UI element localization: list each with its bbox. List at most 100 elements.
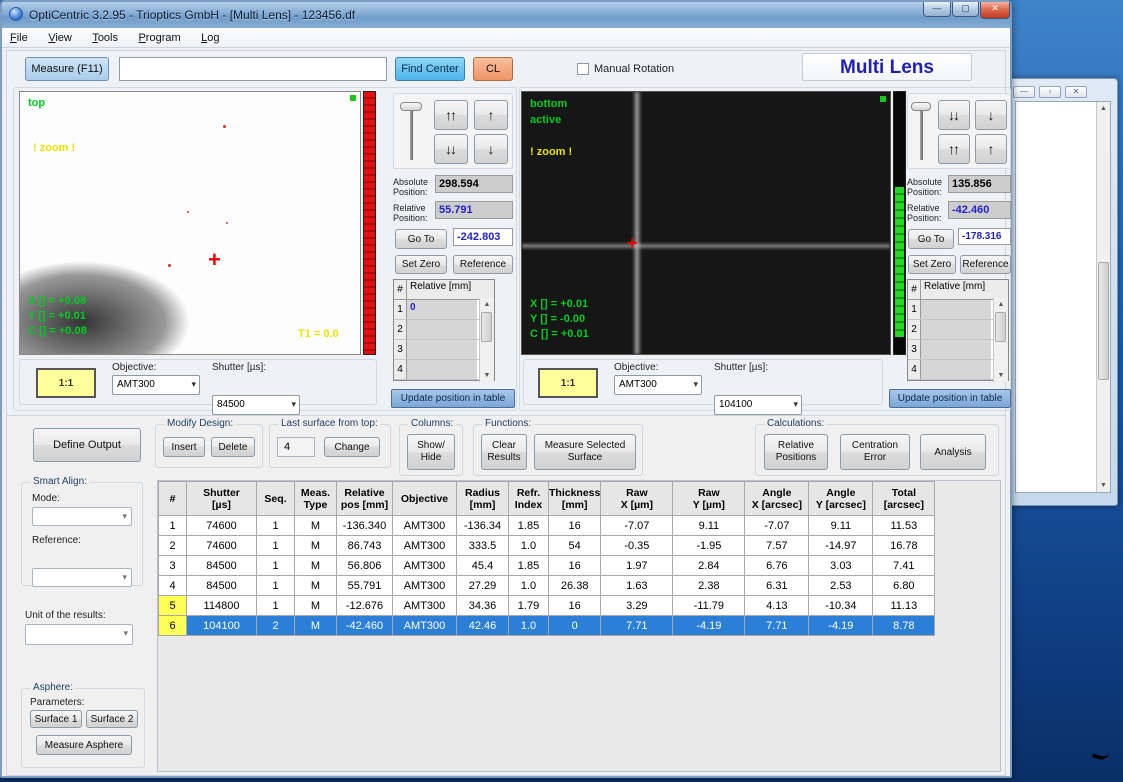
table-cell[interactable]: 74600 bbox=[187, 516, 257, 536]
reference-dropdown[interactable] bbox=[32, 568, 132, 587]
column-header[interactable]: Meas. Type bbox=[295, 482, 337, 516]
column-header[interactable]: Raw X [µm] bbox=[601, 482, 673, 516]
scroll-down-icon[interactable]: ▼ bbox=[994, 369, 1008, 382]
table-row[interactable]: 3845001M56.806AMT30045.41.85161.972.846.… bbox=[159, 556, 935, 576]
manual-rotation-checkbox[interactable] bbox=[577, 63, 589, 75]
menu-log[interactable]: Log bbox=[193, 29, 227, 44]
table-cell[interactable]: -0.35 bbox=[601, 536, 673, 556]
set-zero-button[interactable]: Set Zero bbox=[395, 255, 447, 274]
position-cell[interactable] bbox=[407, 340, 477, 359]
table-cell[interactable]: 34.36 bbox=[457, 596, 509, 616]
table-cell[interactable]: -136.34 bbox=[457, 516, 509, 536]
slider-thumb[interactable] bbox=[911, 102, 931, 111]
table-cell[interactable]: 16 bbox=[549, 596, 601, 616]
table-cell[interactable]: 7.71 bbox=[745, 616, 809, 636]
table-cell[interactable]: 7.41 bbox=[873, 556, 935, 576]
table-cell[interactable]: -136.340 bbox=[337, 516, 393, 536]
minimize-icon[interactable]: — bbox=[1013, 86, 1035, 98]
position-cell[interactable] bbox=[921, 300, 991, 319]
table-cell[interactable]: 1.0 bbox=[509, 576, 549, 596]
set-zero-button[interactable]: Set Zero bbox=[908, 255, 956, 274]
objective-dropdown[interactable]: AMT300 bbox=[112, 375, 200, 395]
column-header[interactable]: Raw Y [µm] bbox=[673, 482, 745, 516]
table-cell[interactable]: 8.78 bbox=[873, 616, 935, 636]
scroll-up-icon[interactable]: ▲ bbox=[994, 298, 1008, 311]
right-camera-view[interactable]: + bottom active ! zoom ! X [] = +0.01 Y … bbox=[521, 91, 891, 355]
scrollbar[interactable]: ▲ ▼ bbox=[1096, 102, 1110, 492]
table-cell[interactable]: 333.5 bbox=[457, 536, 509, 556]
scrollbar-thumb[interactable] bbox=[481, 312, 492, 342]
reference-button[interactable]: Reference bbox=[453, 255, 513, 274]
table-cell[interactable]: 4.13 bbox=[745, 596, 809, 616]
table-cell[interactable]: 11.53 bbox=[873, 516, 935, 536]
scroll-up-icon[interactable]: ▲ bbox=[1097, 102, 1110, 115]
table-cell[interactable]: 1.63 bbox=[601, 576, 673, 596]
table-cell[interactable]: 0 bbox=[549, 616, 601, 636]
table-cell[interactable]: 26.38 bbox=[549, 576, 601, 596]
table-cell[interactable]: -12.676 bbox=[337, 596, 393, 616]
table-cell[interactable]: M bbox=[295, 556, 337, 576]
table-cell[interactable]: 1.85 bbox=[509, 556, 549, 576]
surface2-button[interactable]: Surface 2 bbox=[86, 710, 138, 728]
measure-selected-surface-button[interactable]: Measure Selected Surface bbox=[534, 434, 636, 470]
close-button[interactable]: ✕ bbox=[980, 2, 1010, 19]
table-cell[interactable]: 16 bbox=[549, 556, 601, 576]
table-cell[interactable]: 2.53 bbox=[809, 576, 873, 596]
column-header[interactable]: # bbox=[159, 482, 187, 516]
scrollbar[interactable]: ▲ ▼ bbox=[993, 298, 1008, 382]
scroll-up-icon[interactable]: ▲ bbox=[480, 298, 494, 311]
scrollbar[interactable]: ▲ ▼ bbox=[479, 298, 494, 382]
table-cell[interactable]: -42.460 bbox=[337, 616, 393, 636]
jog-down-button[interactable]: ↓ bbox=[474, 134, 508, 164]
table-cell[interactable]: 7.57 bbox=[745, 536, 809, 556]
scrollbar-thumb[interactable] bbox=[1098, 262, 1109, 380]
table-cell[interactable]: 2 bbox=[257, 616, 295, 636]
table-cell[interactable]: AMT300 bbox=[393, 556, 457, 576]
table-cell[interactable]: AMT300 bbox=[393, 616, 457, 636]
position-cell[interactable] bbox=[921, 320, 991, 339]
unit-dropdown[interactable] bbox=[25, 624, 133, 645]
table-row[interactable]: 1746001M-136.340AMT300-136.341.8516-7.07… bbox=[159, 516, 935, 536]
table-cell[interactable]: 2 bbox=[159, 536, 187, 556]
table-cell[interactable]: 45.4 bbox=[457, 556, 509, 576]
table-cell[interactable]: 16 bbox=[549, 516, 601, 536]
table-cell[interactable]: -11.79 bbox=[673, 596, 745, 616]
table-cell[interactable]: 3.03 bbox=[809, 556, 873, 576]
measure-button[interactable]: Measure (F11) bbox=[25, 57, 109, 81]
cl-button[interactable]: CL bbox=[473, 57, 513, 81]
table-row[interactable]: 2746001M86.743AMT300333.51.054-0.35-1.95… bbox=[159, 536, 935, 556]
column-header[interactable]: Thickness [mm] bbox=[549, 482, 601, 516]
table-cell[interactable]: 2.38 bbox=[673, 576, 745, 596]
menu-file[interactable]: File bbox=[2, 29, 36, 44]
column-header[interactable]: Total [arcsec] bbox=[873, 482, 935, 516]
measure-asphere-button[interactable]: Measure Asphere bbox=[36, 735, 132, 755]
table-cell[interactable]: AMT300 bbox=[393, 536, 457, 556]
slider-thumb[interactable] bbox=[400, 102, 422, 111]
table-cell[interactable]: 84500 bbox=[187, 556, 257, 576]
table-cell[interactable]: 5 bbox=[159, 596, 187, 616]
mode-dropdown[interactable] bbox=[32, 507, 132, 526]
change-button[interactable]: Change bbox=[324, 437, 380, 457]
table-cell[interactable]: -1.95 bbox=[673, 536, 745, 556]
table-cell[interactable]: M bbox=[295, 596, 337, 616]
clear-results-button[interactable]: Clear Results bbox=[481, 434, 527, 470]
table-cell[interactable]: M bbox=[295, 516, 337, 536]
maximize-button[interactable]: ▢ bbox=[952, 2, 979, 17]
restore-icon[interactable]: ▫ bbox=[1039, 86, 1061, 98]
table-cell[interactable]: M bbox=[295, 576, 337, 596]
position-cell[interactable] bbox=[921, 340, 991, 359]
right-position-table[interactable]: # Relative [mm] 1 2 3 4 ▲ ▼ bbox=[907, 279, 1009, 381]
column-header[interactable]: Relative pos [mm] bbox=[337, 482, 393, 516]
table-cell[interactable]: 1 bbox=[257, 556, 295, 576]
go-to-button[interactable]: Go To bbox=[395, 229, 447, 249]
column-header[interactable]: Objective bbox=[393, 482, 457, 516]
table-cell[interactable]: 4 bbox=[159, 576, 187, 596]
table-cell[interactable]: 1 bbox=[257, 596, 295, 616]
table-cell[interactable]: 1 bbox=[257, 576, 295, 596]
table-cell[interactable]: 114800 bbox=[187, 596, 257, 616]
show-hide-button[interactable]: Show/ Hide bbox=[407, 434, 455, 470]
table-cell[interactable]: -14.97 bbox=[809, 536, 873, 556]
table-cell[interactable]: 1.85 bbox=[509, 516, 549, 536]
command-input[interactable] bbox=[119, 57, 387, 81]
table-cell[interactable]: 54 bbox=[549, 536, 601, 556]
